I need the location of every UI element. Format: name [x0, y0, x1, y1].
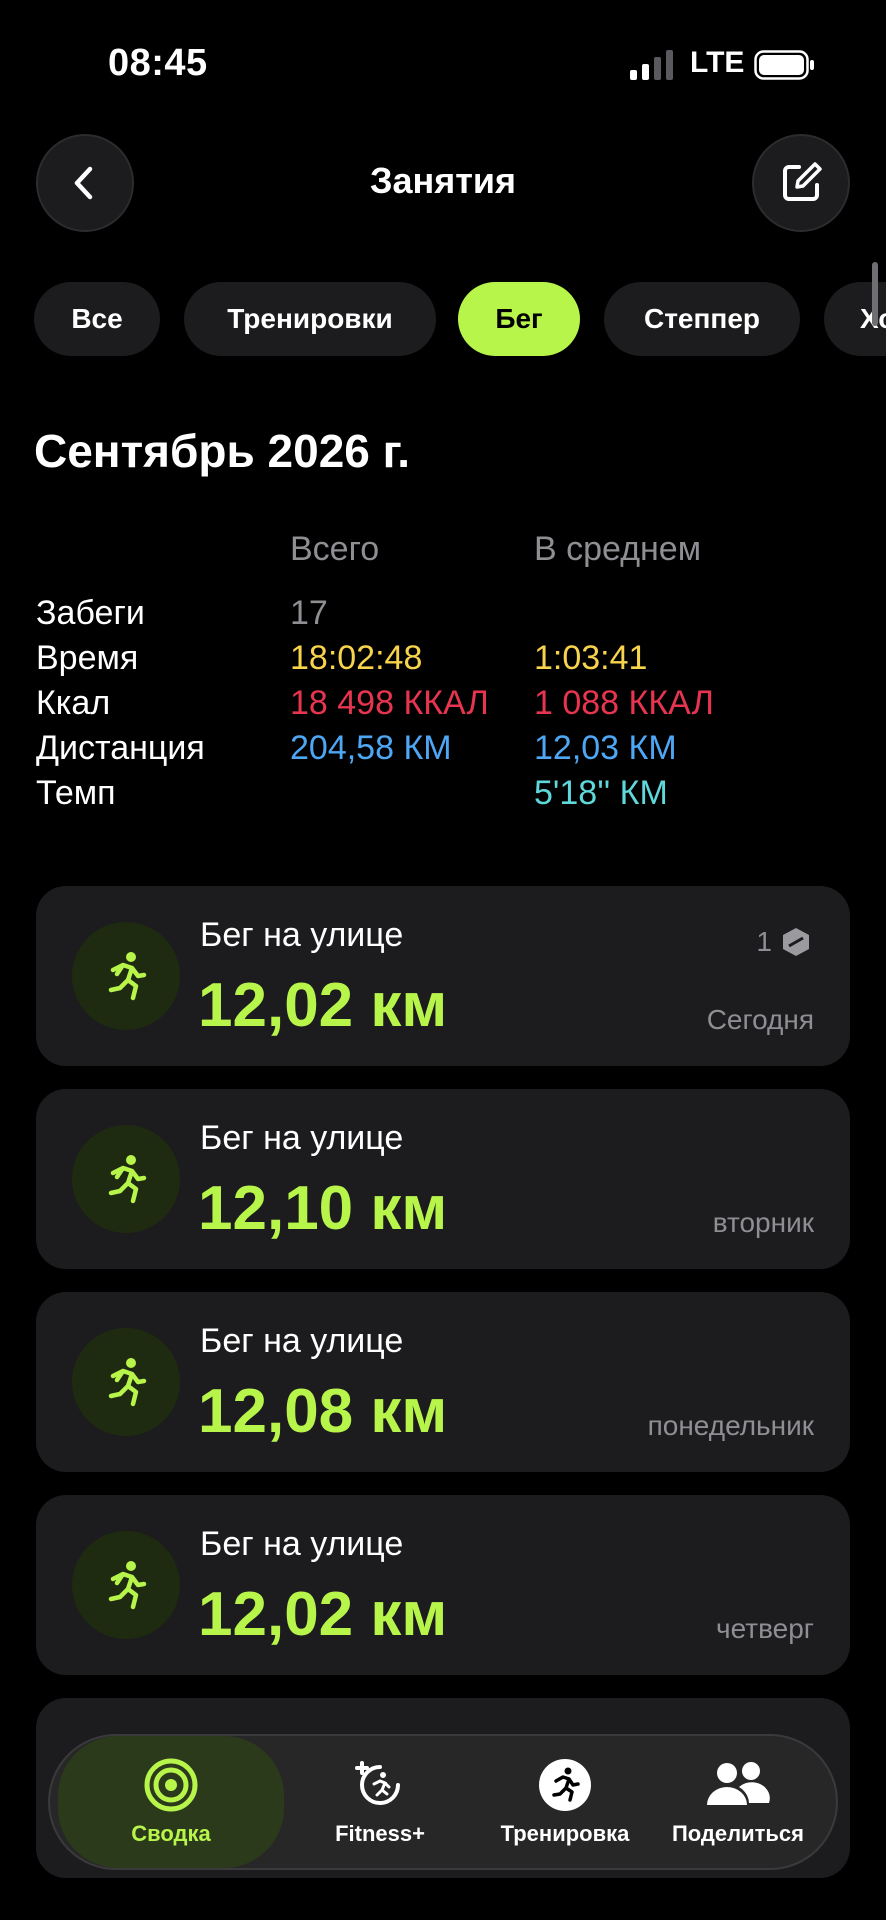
tab-label: Поделиться [671, 1821, 805, 1846]
workout-distance: 12,10 км [198, 1174, 448, 1243]
workout-runner-icon [539, 1759, 591, 1811]
workout-date: Сегодня [706, 1004, 814, 1035]
workout-card[interactable]: Бег на улице 12,02 км 1 Сегодня [36, 886, 850, 1066]
running-icon [72, 922, 180, 1030]
stat-distance-total: 204,58 КМ [290, 729, 452, 767]
tab-share[interactable]: Поделиться [648, 1736, 828, 1868]
tab-label: Тренировка [500, 1821, 630, 1846]
award-icon [783, 928, 809, 956]
tab-workout[interactable]: Тренировка [470, 1736, 660, 1868]
status-time: 08:45 [108, 42, 208, 84]
people-icon [707, 1762, 770, 1805]
stat-kcal-total: 18 498 ККАЛ [290, 684, 489, 722]
tab-label: Fitness+ [335, 1821, 425, 1846]
tab-summary[interactable]: Сводка [58, 1736, 284, 1868]
workout-name: Бег на улице [200, 1119, 404, 1157]
stat-pace-average: 5'18'' КМ [534, 774, 668, 812]
running-icon [72, 1125, 180, 1233]
workout-date: понедельник [647, 1410, 814, 1441]
filter-chip-workouts[interactable]: Тренировки [184, 282, 436, 356]
stat-label-kcal: Ккал [36, 684, 111, 722]
compose-icon [783, 162, 822, 201]
workout-name: Бег на улице [200, 1525, 404, 1563]
stat-kcal-average: 1 088 ККАЛ [534, 684, 714, 722]
stat-label-pace: Темп [36, 774, 116, 812]
month-heading: Сентябрь 2026 г. [34, 425, 410, 477]
workout-distance: 12,02 км [198, 971, 448, 1040]
workout-date: вторник [712, 1207, 814, 1238]
column-header-average: В среднем [534, 530, 702, 568]
stat-time-average: 1:03:41 [534, 639, 648, 677]
running-icon [72, 1531, 180, 1639]
tab-bar: Сводка Fitness+ Тренировка Поделиться [48, 1734, 838, 1870]
network-type: LTE [690, 46, 745, 79]
stat-distance-average: 12,03 КМ [534, 729, 677, 767]
activity-rings-icon [144, 1758, 198, 1812]
filter-chip-running[interactable]: Бег [458, 282, 580, 356]
tab-label: Сводка [131, 1821, 211, 1846]
workout-name: Бег на улице [200, 916, 404, 954]
running-icon [72, 1328, 180, 1436]
workout-distance: 12,08 км [198, 1377, 448, 1446]
workout-name: Бег на улице [200, 1322, 404, 1360]
workout-date: четверг [716, 1613, 814, 1644]
fitness-plus-icon [355, 1761, 400, 1805]
workout-card[interactable]: Бег на улице 12,08 км понедельник [36, 1292, 850, 1472]
tab-fitness-plus[interactable]: Fitness+ [294, 1736, 466, 1868]
badge-count: 1 [756, 926, 772, 957]
stat-time-total: 18:02:48 [290, 639, 423, 677]
filter-chip-stepper[interactable]: Степпер [604, 282, 800, 356]
stat-label-distance: Дистанция [36, 729, 205, 767]
workout-card[interactable]: Бег на улице 12,10 км вторник [36, 1089, 850, 1269]
scroll-indicator [872, 262, 878, 326]
workout-card[interactable]: Бег на улице 12,02 км четверг [36, 1495, 850, 1675]
stat-runs-total: 17 [290, 594, 328, 632]
workout-distance: 12,02 км [198, 1580, 448, 1649]
stat-label-runs: Забеги [36, 594, 145, 632]
activity-filter-bar: Все Тренировки Бег Степпер Хо [0, 282, 886, 356]
stat-label-time: Время [36, 639, 139, 677]
workout-badge: 1 [756, 926, 812, 958]
column-header-total: Всего [290, 530, 380, 568]
battery-icon [754, 50, 814, 80]
edit-button[interactable] [752, 134, 850, 232]
cellular-signal-icon [630, 50, 673, 80]
filter-chip-all[interactable]: Все [34, 282, 160, 356]
